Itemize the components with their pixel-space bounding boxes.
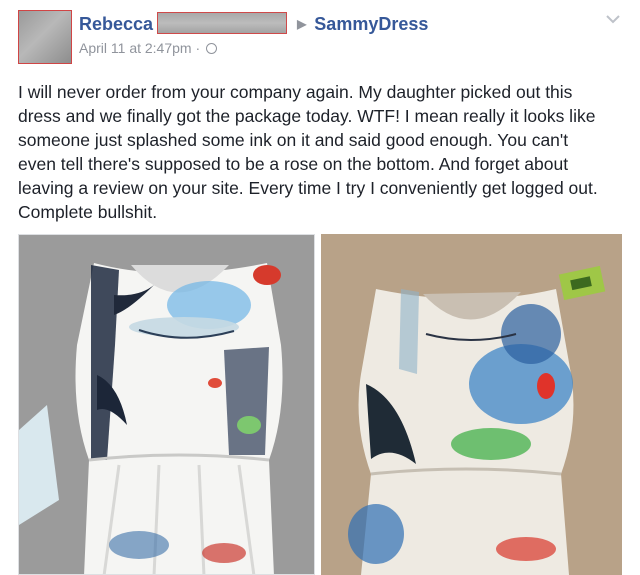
share-arrow-icon: ▶ [297, 17, 307, 31]
post-body-line: I will never order from your company aga… [18, 82, 573, 102]
target-page-link[interactable]: SammyDress [314, 14, 428, 35]
post-body-line: dress and we finally got the package tod… [18, 106, 596, 126]
avatar[interactable] [18, 10, 72, 64]
redacted-surname [157, 12, 288, 35]
post-meta: April 11 at 2:47pm · [79, 40, 218, 56]
post-body-line: leaving a review on your site. Every tim… [18, 178, 598, 198]
chevron-down-icon[interactable] [604, 12, 622, 26]
photo-grid [18, 234, 622, 575]
meta-separator: · [195, 40, 201, 56]
post-timestamp[interactable]: April 11 at 2:47pm [79, 40, 192, 56]
received-dress-photo[interactable] [321, 234, 622, 575]
facebook-post: Rebecca ▶ SammyDress April 11 at 2:47pm · … [0, 0, 640, 575]
post-body-line: even tell there's supposed to be a rose … [18, 154, 569, 174]
advertised-dress-photo[interactable] [18, 234, 315, 575]
globe-icon[interactable] [206, 42, 218, 54]
post-body-line: someone just splashed some ink on it and… [18, 130, 569, 150]
name-line: Rebecca ▶ SammyDress [79, 12, 428, 36]
post-body-line: Complete bullshit. [18, 202, 158, 222]
post-body: I will never order from your company aga… [18, 80, 630, 224]
author-name-link[interactable]: Rebecca [79, 14, 153, 35]
post-header: Rebecca ▶ SammyDress April 11 at 2:47pm · [79, 12, 599, 62]
